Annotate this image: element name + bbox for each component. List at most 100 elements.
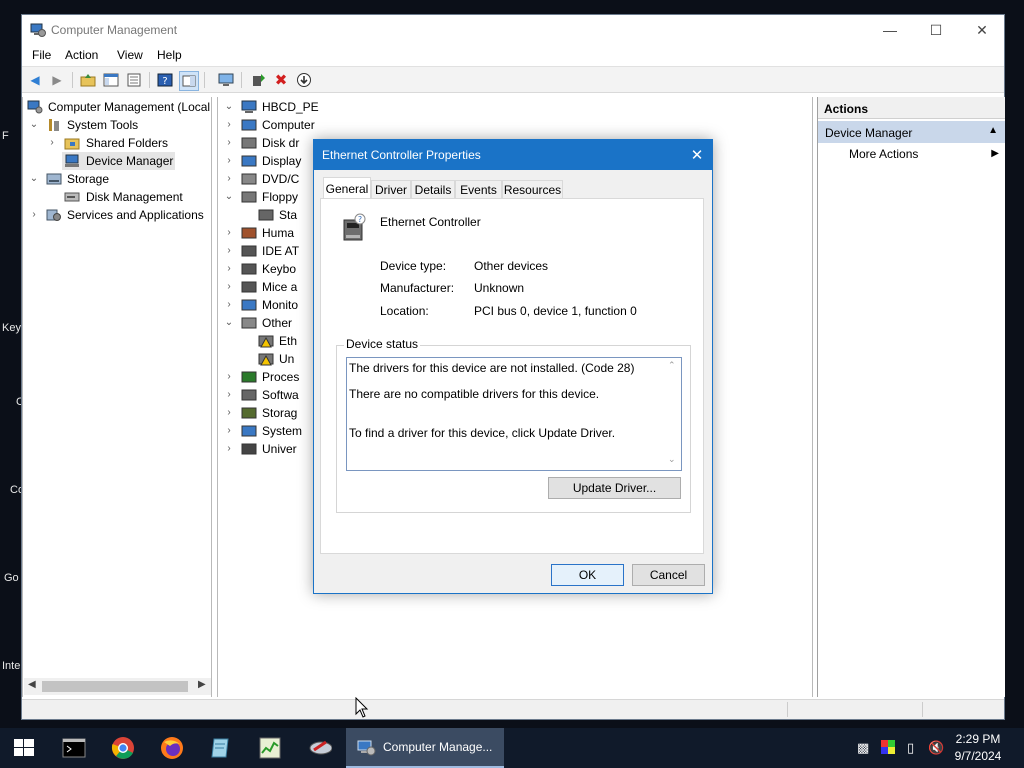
services-icon — [46, 209, 61, 221]
mouse-cursor-icon — [355, 697, 369, 718]
notepad-icon[interactable] — [209, 736, 233, 760]
desktop-label-fragment: Inte — [2, 660, 21, 672]
up-folder-icon[interactable] — [79, 71, 97, 89]
task-manager-icon[interactable] — [258, 736, 282, 760]
dialog-close-button[interactable]: ✕ — [682, 140, 712, 170]
update-driver-button[interactable]: Update Driver... — [548, 477, 681, 499]
tree-item-label: Disk Management — [86, 190, 183, 204]
collapse-triangle-icon[interactable]: ▲ — [988, 125, 998, 136]
menu-action[interactable]: Action — [65, 48, 98, 62]
system-clock[interactable]: 2:29 PM 9/7/2024 — [950, 731, 1006, 765]
enable-device-icon[interactable] — [295, 71, 313, 89]
chevron-right-icon[interactable]: › — [224, 296, 234, 314]
device-icon — [241, 155, 257, 167]
device-manager-icon — [65, 154, 79, 167]
manufacturer-label: Manufacturer: — [380, 281, 455, 295]
horizontal-scrollbar[interactable]: ◀ ▶ — [24, 678, 211, 695]
terminal-icon[interactable] — [62, 736, 86, 760]
shared-folder-icon — [64, 138, 80, 150]
close-button[interactable]: ✕ — [959, 15, 1005, 45]
chevron-right-icon[interactable]: › — [224, 260, 234, 278]
network-adapter-icon: ? — [343, 213, 366, 241]
menu-file[interactable]: File — [32, 48, 51, 62]
tree-item-storage[interactable]: ⌄ Storage — [29, 170, 199, 188]
chevron-right-icon[interactable]: › — [47, 134, 57, 152]
network-status-icon[interactable]: ▩ — [857, 740, 869, 756]
tree-item-shared-folders[interactable]: › Shared Folders — [47, 134, 197, 152]
more-actions-item[interactable]: More Actions ▶ — [849, 145, 999, 163]
dialog-title: Ethernet Controller Properties — [322, 148, 481, 162]
vertical-scrollbar[interactable]: ⌃ ⌄ — [664, 358, 681, 470]
tab-general[interactable]: General — [323, 177, 371, 199]
scroll-up-icon[interactable]: ⌃ — [668, 360, 676, 371]
usb-drive-icon[interactable]: ▯ — [907, 740, 914, 756]
tree-item-device-manager[interactable]: Device Manager — [62, 152, 175, 170]
device-category-label: Sta — [279, 208, 298, 222]
properties-icon[interactable] — [125, 71, 143, 89]
forward-arrow-icon[interactable]: ▶ — [48, 71, 66, 89]
uninstall-icon[interactable]: ✖ — [272, 71, 290, 89]
scrollbar-thumb[interactable] — [42, 681, 188, 692]
dialog-titlebar[interactable]: Ethernet Controller Properties ✕ — [314, 140, 712, 170]
start-windows-icon[interactable] — [12, 736, 36, 760]
taskbar-button-computer-management[interactable]: Computer Manage... — [346, 728, 504, 768]
chevron-right-icon[interactable]: › — [224, 440, 234, 458]
chevron-right-icon[interactable]: › — [224, 404, 234, 422]
actions-section-device-manager[interactable]: Device Manager ▲ — [818, 121, 1005, 143]
menu-view[interactable]: View — [117, 48, 143, 62]
chevron-down-icon[interactable]: ⌄ — [29, 170, 39, 188]
help-icon[interactable]: ? — [156, 71, 174, 89]
chevron-right-icon[interactable]: › — [224, 278, 234, 296]
chevron-right-icon[interactable]: › — [29, 206, 39, 224]
chevron-right-icon[interactable]: › — [224, 152, 234, 170]
chevron-down-icon[interactable]: ⌄ — [224, 98, 234, 116]
window-titlebar[interactable]: Computer Management — ☐ ✕ — [22, 15, 1004, 45]
device-category-label: System — [262, 424, 303, 438]
chevron-right-icon[interactable]: › — [224, 422, 234, 440]
show-hide-action-pane-icon[interactable] — [179, 71, 199, 91]
tab-events[interactable]: Events — [455, 180, 502, 199]
chevron-right-icon[interactable]: › — [224, 386, 234, 404]
volume-muted-icon[interactable]: 🔇 — [928, 740, 944, 756]
network-tool-icon[interactable] — [308, 736, 332, 760]
scroll-left-icon[interactable]: ◀ — [28, 679, 36, 690]
tab-details[interactable]: Details — [411, 180, 455, 199]
tab-resources[interactable]: Resources — [502, 180, 563, 199]
ok-button[interactable]: OK — [551, 564, 624, 586]
show-hide-tree-icon[interactable] — [102, 71, 120, 89]
scroll-down-icon[interactable]: ⌄ — [668, 454, 676, 465]
location-label: Location: — [380, 304, 429, 318]
computer-monitor-icon[interactable] — [217, 71, 235, 89]
scroll-right-icon[interactable]: ▶ — [198, 679, 206, 690]
chevron-right-icon[interactable]: › — [224, 170, 234, 188]
device-status-textbox[interactable]: The drivers for this device are not inst… — [346, 357, 682, 471]
status-bar — [22, 699, 1004, 719]
device-category-label: DVD/C — [262, 172, 300, 186]
display-color-icon[interactable] — [880, 739, 896, 755]
chevron-right-icon[interactable]: › — [224, 116, 234, 134]
back-arrow-icon[interactable]: ◀ — [26, 71, 44, 89]
menu-help[interactable]: Help — [157, 48, 182, 62]
chevron-right-icon[interactable]: › — [224, 134, 234, 152]
tree-item-system-tools[interactable]: ⌄ System Tools — [29, 116, 199, 134]
tab-driver[interactable]: Driver — [371, 180, 411, 199]
maximize-button[interactable]: ☐ — [913, 15, 959, 45]
chevron-right-icon[interactable]: › — [224, 242, 234, 260]
tree-item-disk-management[interactable]: Disk Management — [64, 188, 204, 206]
device-category-label: Floppy — [262, 190, 299, 204]
chevron-down-icon[interactable]: ⌄ — [224, 314, 234, 332]
tree-item-services-and-applications[interactable]: › Services and Applications — [29, 206, 209, 224]
firefox-icon[interactable] — [160, 736, 184, 760]
chevron-right-icon[interactable]: › — [224, 368, 234, 386]
chevron-right-icon[interactable]: › — [224, 224, 234, 242]
device-category-computer[interactable]: › Computer — [224, 116, 364, 134]
device-icon — [241, 407, 257, 419]
chrome-icon[interactable] — [111, 736, 135, 760]
minimize-button[interactable]: — — [867, 15, 913, 45]
computer-icon — [241, 100, 257, 113]
chevron-down-icon[interactable]: ⌄ — [29, 116, 39, 134]
device-category-label: Softwa — [262, 388, 299, 402]
update-driver-icon[interactable] — [249, 71, 267, 89]
cancel-button[interactable]: Cancel — [632, 564, 705, 586]
chevron-down-icon[interactable]: ⌄ — [224, 188, 234, 206]
